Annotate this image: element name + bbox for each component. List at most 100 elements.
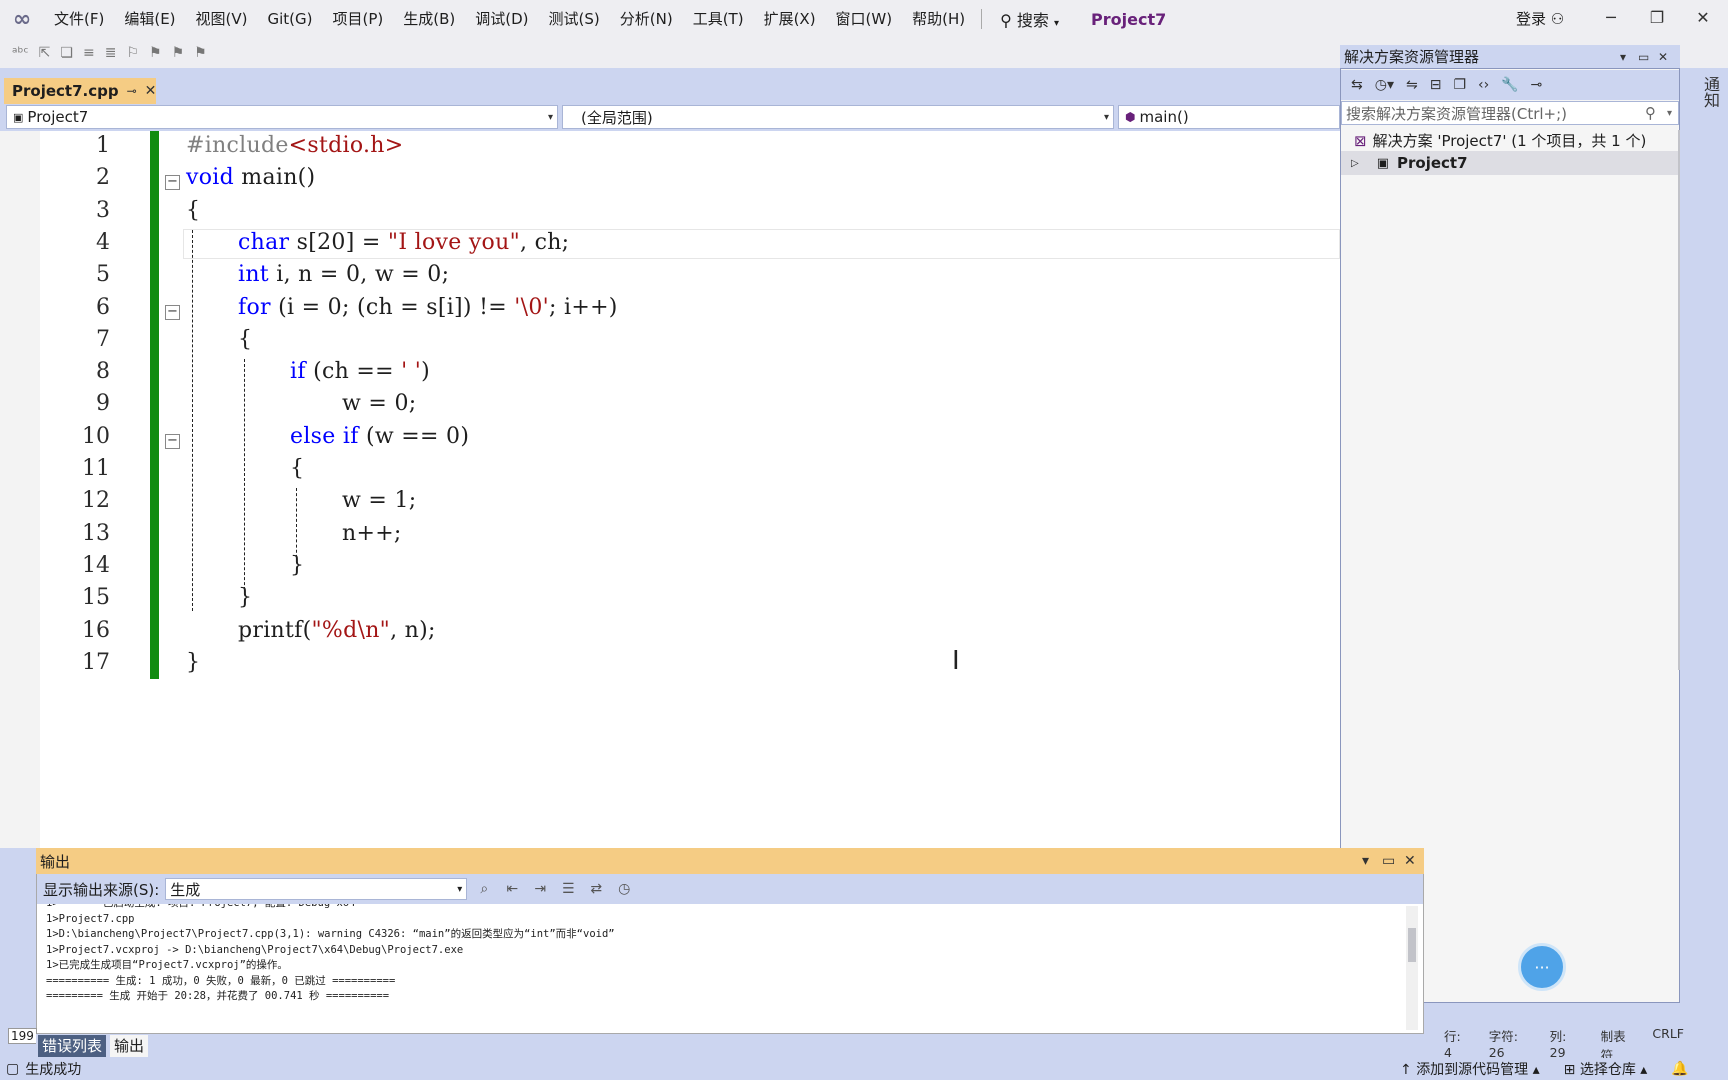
- project-dropdown[interactable]: ▣ Project7 ▾: [6, 105, 558, 129]
- timestamp-icon[interactable]: ◷: [613, 881, 635, 897]
- collapse-block-icon[interactable]: −: [165, 433, 180, 449]
- code-line[interactable]: void main(): [186, 165, 315, 190]
- solution-node[interactable]: ⊠ 解决方案 'Project7' (1 个项目，共 1 个): [1354, 130, 1646, 151]
- sync-icon[interactable]: ⇆: [1351, 77, 1363, 93]
- chevron-down-icon[interactable]: ▾: [1667, 108, 1672, 119]
- menu-item-8[interactable]: 分析(N): [610, 0, 683, 38]
- preview-icon[interactable]: ⊸: [1531, 77, 1543, 93]
- word-wrap-icon[interactable]: ⇄: [585, 881, 607, 897]
- close-tab-icon[interactable]: ✕: [145, 83, 157, 99]
- code-line[interactable]: w = 0;: [342, 391, 416, 416]
- next-message-icon[interactable]: ⇥: [529, 881, 551, 897]
- switch-view-icon[interactable]: ⇋: [1406, 77, 1418, 93]
- menu-item-12[interactable]: 帮助(H): [902, 0, 975, 38]
- prev-message-icon[interactable]: ⇤: [501, 881, 523, 897]
- close-button[interactable]: ✕: [1680, 0, 1726, 34]
- member-dropdown[interactable]: ⬢ main(): [1118, 105, 1340, 129]
- line-indicator[interactable]: 行: 4: [1444, 1026, 1467, 1060]
- code-line[interactable]: printf("%d\n", n);: [238, 618, 436, 643]
- eol-indicator[interactable]: CRLF: [1652, 1026, 1684, 1042]
- menu-item-3[interactable]: Git(G): [258, 0, 323, 38]
- notification-bell-icon[interactable]: 🔔: [1671, 1061, 1688, 1077]
- outdent-icon[interactable]: ≣: [105, 45, 117, 61]
- close-icon[interactable]: ✕: [1658, 50, 1668, 64]
- menu-item-10[interactable]: 扩展(X): [754, 0, 826, 38]
- tab-error-list[interactable]: 错误列表: [38, 1035, 107, 1057]
- clear-bookmark-icon[interactable]: ⚑: [194, 45, 207, 61]
- project-node[interactable]: ▷ ▣ Project7: [1341, 151, 1679, 175]
- code-line[interactable]: #include<stdio.h>: [186, 133, 404, 158]
- code-line[interactable]: for (i = 0; (ch = s[i]) != '\0'; i++): [238, 295, 618, 320]
- search-button[interactable]: ⚲ 搜索 ▾: [990, 7, 1069, 31]
- menu-item-1[interactable]: 编辑(E): [114, 0, 185, 38]
- editor-margin: [0, 131, 40, 848]
- bookmark-icon[interactable]: ⚐: [126, 45, 139, 61]
- collapse-all-icon[interactable]: ⊟: [1430, 77, 1442, 93]
- properties-icon[interactable]: 🔧: [1501, 77, 1518, 93]
- code-line[interactable]: {: [186, 198, 200, 223]
- prev-bookmark-icon[interactable]: ⚑: [149, 45, 162, 61]
- line-number: 12: [82, 488, 110, 514]
- output-scroll-thumb[interactable]: [1408, 928, 1416, 962]
- dropdown-icon[interactable]: ▾: [1362, 853, 1369, 869]
- code-line[interactable]: }: [186, 650, 200, 675]
- output-text[interactable]: 1>------ 已启动生成: 项目: Project7, 配置: Debug …: [46, 904, 1406, 1032]
- find-message-icon[interactable]: ⌕: [473, 881, 495, 897]
- copy-icon[interactable]: ❏: [60, 45, 73, 61]
- line-number: 2: [96, 165, 110, 191]
- pin-icon[interactable]: ⊸: [127, 84, 137, 98]
- code-line[interactable]: n++;: [342, 521, 402, 546]
- history-icon[interactable]: ◷▾: [1375, 77, 1394, 93]
- output-scrollbar[interactable]: [1406, 906, 1418, 1030]
- output-source-dropdown[interactable]: 生成 ▾: [165, 878, 468, 900]
- menu-item-11[interactable]: 窗口(W): [826, 0, 903, 38]
- minimize-button[interactable]: ─: [1588, 0, 1634, 34]
- floating-assistant-icon[interactable]: ···: [1518, 943, 1566, 991]
- select-repo-button[interactable]: ⊞ 选择仓库 ▴: [1564, 1059, 1648, 1079]
- close-icon[interactable]: ✕: [1404, 853, 1416, 869]
- notifications-tab[interactable]: 通知: [1698, 76, 1722, 108]
- solution-search-input[interactable]: 搜索解决方案资源管理器(Ctrl+;) ⚲ ▾: [1341, 101, 1679, 125]
- dropdown-icon[interactable]: ▾: [1620, 50, 1626, 64]
- menu-item-6[interactable]: 调试(D): [465, 0, 538, 38]
- menu-item-9[interactable]: 工具(T): [683, 0, 754, 38]
- restore-button[interactable]: ❐: [1634, 0, 1680, 34]
- col-indicator[interactable]: 列: 29: [1550, 1026, 1579, 1060]
- code-line[interactable]: {: [238, 327, 252, 352]
- login-button[interactable]: 登录 ⚇: [1516, 0, 1564, 38]
- expand-arrow-icon[interactable]: ▷: [1351, 158, 1359, 169]
- code-line[interactable]: int i, n = 0, w = 0;: [238, 262, 449, 287]
- code-line[interactable]: char s[20] = "I love you", ch;: [238, 230, 569, 255]
- document-tab[interactable]: Project7.cpp ⊸ ✕: [4, 78, 156, 104]
- indent-icon[interactable]: ≡: [83, 45, 95, 61]
- maximize-icon[interactable]: ▭: [1382, 853, 1395, 869]
- menu-item-2[interactable]: 视图(V): [186, 0, 258, 38]
- code-line[interactable]: }: [238, 585, 252, 610]
- clear-all-icon[interactable]: ☰: [557, 881, 579, 897]
- show-all-files-icon[interactable]: ❐: [1453, 77, 1466, 93]
- collapse-block-icon[interactable]: −: [165, 304, 180, 320]
- code-line[interactable]: if (ch == ' '): [290, 359, 430, 384]
- cursor-icon[interactable]: ⇱: [39, 45, 51, 61]
- code-line[interactable]: }: [290, 553, 304, 578]
- collapse-block-icon[interactable]: −: [165, 175, 180, 191]
- code-line[interactable]: {: [290, 456, 304, 481]
- next-bookmark-icon[interactable]: ⚑: [172, 45, 185, 61]
- char-indicator[interactable]: 字符: 26: [1489, 1026, 1528, 1060]
- code-line[interactable]: w = 1;: [342, 488, 416, 513]
- tab-output[interactable]: 输出: [110, 1035, 149, 1057]
- code-line[interactable]: else if (w == 0): [290, 424, 469, 449]
- menu-item-0[interactable]: 文件(F): [44, 0, 114, 38]
- source-control-button[interactable]: ↑ 添加到源代码管理 ▴: [1400, 1059, 1540, 1079]
- zoom-level[interactable]: 199: [8, 1028, 37, 1044]
- visual-studio-logo-icon[interactable]: ∞: [0, 0, 44, 38]
- code-view-icon[interactable]: ‹›: [1478, 77, 1489, 93]
- menu-item-7[interactable]: 测试(S): [539, 0, 610, 38]
- menu-item-5[interactable]: 生成(B): [393, 0, 465, 38]
- menu-item-4[interactable]: 项目(P): [323, 0, 394, 38]
- spellcheck-icon[interactable]: ᵃᵇᶜ: [12, 45, 29, 61]
- tab-indicator[interactable]: 制表符: [1601, 1026, 1631, 1063]
- scope-dropdown[interactable]: (全局范围) ▾: [562, 105, 1114, 129]
- maximize-icon[interactable]: ▭: [1638, 50, 1649, 64]
- line-number: 8: [96, 359, 110, 385]
